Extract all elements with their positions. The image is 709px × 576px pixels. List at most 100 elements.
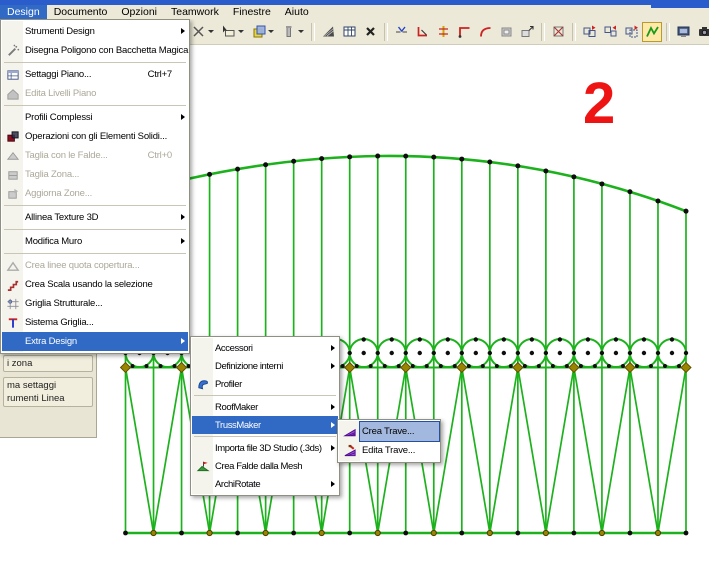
tb-adjust-icon xyxy=(436,24,451,39)
schedule-tool-button[interactable] xyxy=(339,22,359,42)
solid-ops-icon xyxy=(6,130,20,144)
toolbar-separator xyxy=(666,23,670,41)
toolbar-separator xyxy=(572,23,576,41)
tb-regroup-icon xyxy=(624,24,639,39)
truss-create-icon xyxy=(343,425,357,439)
menu-item-sistema-griglia[interactable]: Sistema Griglia... xyxy=(2,313,188,332)
tb-layers-icon xyxy=(251,24,266,39)
trim-tool-button[interactable] xyxy=(412,22,432,42)
menubar-item-teamwork[interactable]: Teamwork xyxy=(164,5,226,19)
offset-tool-button[interactable] xyxy=(496,22,516,42)
fillet-tool-button[interactable] xyxy=(475,22,495,42)
magic-wand-icon xyxy=(6,44,20,58)
menubar-item-documento[interactable]: Documento xyxy=(47,5,115,19)
tb-group-icon xyxy=(582,24,597,39)
menubar-item-opzioni[interactable]: Opzioni xyxy=(114,5,164,19)
tb-fillet-icon xyxy=(478,24,493,39)
menu-item-label: Operazioni con gli Elementi Solidi... xyxy=(23,131,167,142)
menu-item-strumenti-design[interactable]: Strumenti Design xyxy=(2,22,188,41)
menubar-item-aiuto[interactable]: Aiuto xyxy=(278,5,316,19)
marquee-tool-button[interactable] xyxy=(218,22,247,42)
menu-item-aggiorna-zone[interactable]: Aggiorna Zone... xyxy=(2,184,188,203)
explode-tool-button[interactable] xyxy=(548,22,568,42)
menubar-item-label: Design xyxy=(7,6,40,18)
split-tool-button[interactable] xyxy=(391,22,411,42)
arrow-tool-button[interactable] xyxy=(188,22,217,42)
view3d-tool-button[interactable] xyxy=(673,22,693,42)
truss-edit-icon xyxy=(343,444,357,458)
menu-item-profili-complessi[interactable]: Profili Complessi xyxy=(2,108,188,127)
menu-item-label: Strumenti Design xyxy=(23,26,95,37)
menu-item-profiler[interactable]: Profiler xyxy=(192,375,338,393)
tb-xbox-icon xyxy=(551,24,566,39)
autogroup-tool-button[interactable] xyxy=(621,22,641,42)
menu-item-edita-trave[interactable]: Edita Trave... xyxy=(339,441,439,460)
menu-item-label: Modifica Muro xyxy=(23,236,82,247)
menu-item-label: Disegna Poligono con Bacchetta Magica xyxy=(23,45,188,56)
menubar-item-label: Aiuto xyxy=(285,6,309,18)
menubar-item-design[interactable]: Design xyxy=(0,5,47,19)
menu-item-crea-scala-usando-la-selezione[interactable]: Crea Scala usando la selezione xyxy=(2,275,188,294)
menu-item-label: Definizione interni xyxy=(213,361,283,372)
menu-item-trussmaker[interactable]: TrussMaker xyxy=(192,416,338,434)
design-menu: Strumenti Design Disegna Poligono con Bac… xyxy=(0,19,190,354)
tb-ungroup-icon xyxy=(603,24,618,39)
toolbar-separator xyxy=(384,23,388,41)
column-tool-button[interactable] xyxy=(278,22,307,42)
tb-cursorbox-icon xyxy=(221,24,236,39)
menu-item-accessori[interactable]: Accessori xyxy=(192,339,338,357)
adjust-tool-button[interactable] xyxy=(433,22,453,42)
roof-tool-button[interactable] xyxy=(318,22,338,42)
submenu-arrow-icon xyxy=(331,363,335,369)
tb-table-icon xyxy=(342,24,357,39)
menu-item-settaggi-piano[interactable]: Settaggi Piano...Ctrl+7 xyxy=(2,65,188,84)
menu-item-label: Griglia Strutturale... xyxy=(23,298,102,309)
intersect-tool-button[interactable] xyxy=(454,22,474,42)
group-tool-button[interactable] xyxy=(579,22,599,42)
ungroup-tool-button[interactable] xyxy=(600,22,620,42)
menu-item-allinea-texture-3d[interactable]: Allinea Texture 3D xyxy=(2,208,188,227)
menu-item-importa-file-3d-studio-3ds[interactable]: Importa file 3D Studio (.3ds) xyxy=(192,439,338,457)
menubar-item-finestre[interactable]: Finestre xyxy=(226,5,278,19)
resize-tool-button[interactable] xyxy=(517,22,537,42)
dropdown-arrow-icon xyxy=(268,30,274,33)
window-title-strip-corner xyxy=(651,0,709,8)
menu-item-label: Crea Scala usando la selezione xyxy=(23,279,153,290)
menu-item-edita-livelli-piano[interactable]: Edita Livelli Piano xyxy=(2,84,188,103)
mesh-roof-icon xyxy=(196,459,210,473)
menu-item-modifica-muro[interactable]: Modifica Muro xyxy=(2,232,188,251)
tb-trim-icon xyxy=(415,24,430,39)
menu-item-archirotate[interactable]: ArchiRotate xyxy=(192,475,338,493)
menu-item-label: Crea Falde dalla Mesh xyxy=(213,461,302,472)
menu-item-crea-trave[interactable]: Crea Trave... xyxy=(339,422,439,441)
trussmaker-submenu: Crea Trave...Edita Trave... xyxy=(337,419,441,463)
tb-poly-icon xyxy=(645,24,660,39)
menu-item-operazioni-con-gli-elementi-solidi[interactable]: Operazioni con gli Elementi Solidi... xyxy=(2,127,188,146)
menu-item-definizione-interni[interactable]: Definizione interni xyxy=(192,357,338,375)
submenu-arrow-icon xyxy=(181,114,185,120)
delete-tool-button[interactable] xyxy=(360,22,380,42)
dropdown-arrow-icon xyxy=(208,30,214,33)
menu-item-griglia-strutturale[interactable]: Griglia Strutturale... xyxy=(2,294,188,313)
zone-update-icon xyxy=(6,187,20,201)
menu-item-crea-falde-dalla-mesh[interactable]: Crea Falde dalla Mesh xyxy=(192,457,338,475)
menu-item-taglia-zona[interactable]: Taglia Zona... xyxy=(2,165,188,184)
menubar-item-label: Opzioni xyxy=(121,6,157,18)
polyline-tool-button[interactable] xyxy=(642,22,662,42)
menu-item-extra-design[interactable]: Extra Design xyxy=(2,332,188,351)
menu-item-crea-linee-quota-copertura[interactable]: Crea linee quota copertura... xyxy=(2,256,188,275)
submenu-arrow-icon xyxy=(331,445,335,451)
menu-item-roofmaker[interactable]: RoofMaker xyxy=(192,398,338,416)
zone-cut-icon xyxy=(6,168,20,182)
submenu-arrow-icon xyxy=(181,28,185,34)
layers-tool-button[interactable] xyxy=(248,22,277,42)
menu-item-taglia-con-le-falde[interactable]: Taglia con le Falde...Ctrl+0 xyxy=(2,146,188,165)
dropdown-arrow-icon xyxy=(238,30,244,33)
submenu-arrow-icon xyxy=(181,214,185,220)
menu-item-shortcut: Ctrl+0 xyxy=(148,150,188,161)
camera-tool-button[interactable] xyxy=(694,22,709,42)
window-title-strip xyxy=(0,0,709,5)
tb-split-icon xyxy=(394,24,409,39)
menu-item-disegna-poligono-con-bacchetta-magica[interactable]: Disegna Poligono con Bacchetta Magica xyxy=(2,41,188,60)
info-panel-box: ma settaggirumenti Linea xyxy=(3,377,93,407)
